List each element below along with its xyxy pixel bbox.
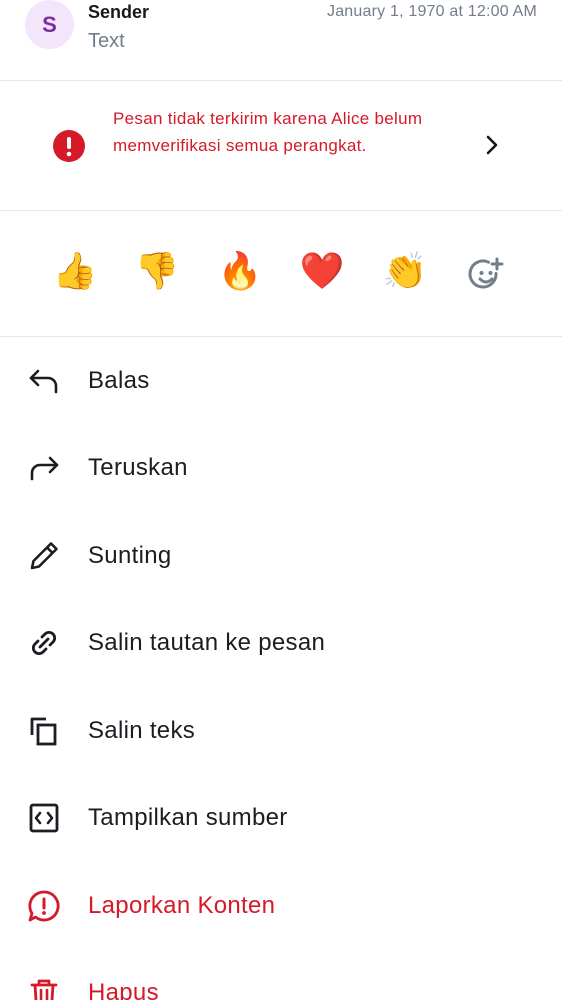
message-preview: Text <box>88 30 125 52</box>
timestamp: January 1, 1970 at 12:00 AM <box>327 3 537 20</box>
avatar: S <box>25 0 74 49</box>
reaction-bar: 👍 👎 🔥 ❤️ 👏 <box>0 211 562 336</box>
menu-label-forward: Teruskan <box>88 454 188 481</box>
reaction-fire[interactable]: 🔥 <box>217 249 263 295</box>
menu-label-edit: Sunting <box>88 542 172 569</box>
trash-icon <box>30 979 58 1000</box>
menu-label-report: Laporkan Konten <box>88 892 276 919</box>
menu-item-copy-link[interactable]: Salin tautan ke pesan <box>0 600 562 687</box>
reaction-clapping-hands[interactable]: 👏 <box>382 249 428 295</box>
warning-text: Pesan tidak terkirim karena Alice belum … <box>113 109 423 155</box>
menu-item-delete[interactable]: Hapus <box>0 950 562 1000</box>
copy-icon <box>30 717 57 746</box>
menu-label-delete: Hapus <box>88 979 159 1000</box>
menu-item-view-source[interactable]: Tampilkan sumber <box>0 775 562 862</box>
menu-label-copy-text: Salin teks <box>88 717 196 744</box>
code-icon <box>29 803 59 833</box>
link-icon <box>31 630 57 656</box>
menu-item-edit[interactable]: Sunting <box>0 513 562 600</box>
menu-item-copy-text[interactable]: Salin teks <box>0 688 562 775</box>
reply-icon <box>29 369 58 394</box>
pencil-icon <box>30 542 58 570</box>
reaction-red-heart[interactable]: ❤️ <box>299 249 345 295</box>
reaction-thumbs-down[interactable]: 👎 <box>134 249 180 295</box>
menu-item-forward[interactable]: Teruskan <box>0 425 562 512</box>
chevron-right-icon[interactable] <box>482 133 502 157</box>
report-icon <box>28 890 60 922</box>
add-reaction-icon[interactable] <box>468 256 506 294</box>
menu-item-reply[interactable]: Balas <box>0 338 562 425</box>
reaction-thumbs-up[interactable]: 👍 <box>52 249 98 295</box>
error-icon <box>53 130 85 162</box>
menu-label-view-source: Tampilkan sumber <box>88 804 288 831</box>
forward-icon <box>30 456 59 481</box>
menu-item-report[interactable]: Laporkan Konten <box>0 863 562 950</box>
sender-name: Sender <box>88 2 150 22</box>
message-action-sheet: S Sender January 1, 1970 at 12:00 AM Tex… <box>0 0 562 1000</box>
menu-label-reply: Balas <box>88 367 150 394</box>
unverified-warning[interactable]: Pesan tidak terkirim karena Alice belum … <box>0 81 562 210</box>
message-header: S Sender January 1, 1970 at 12:00 AM Tex… <box>0 0 562 80</box>
menu-label-copy-link: Salin tautan ke pesan <box>88 629 326 656</box>
divider <box>0 336 562 337</box>
